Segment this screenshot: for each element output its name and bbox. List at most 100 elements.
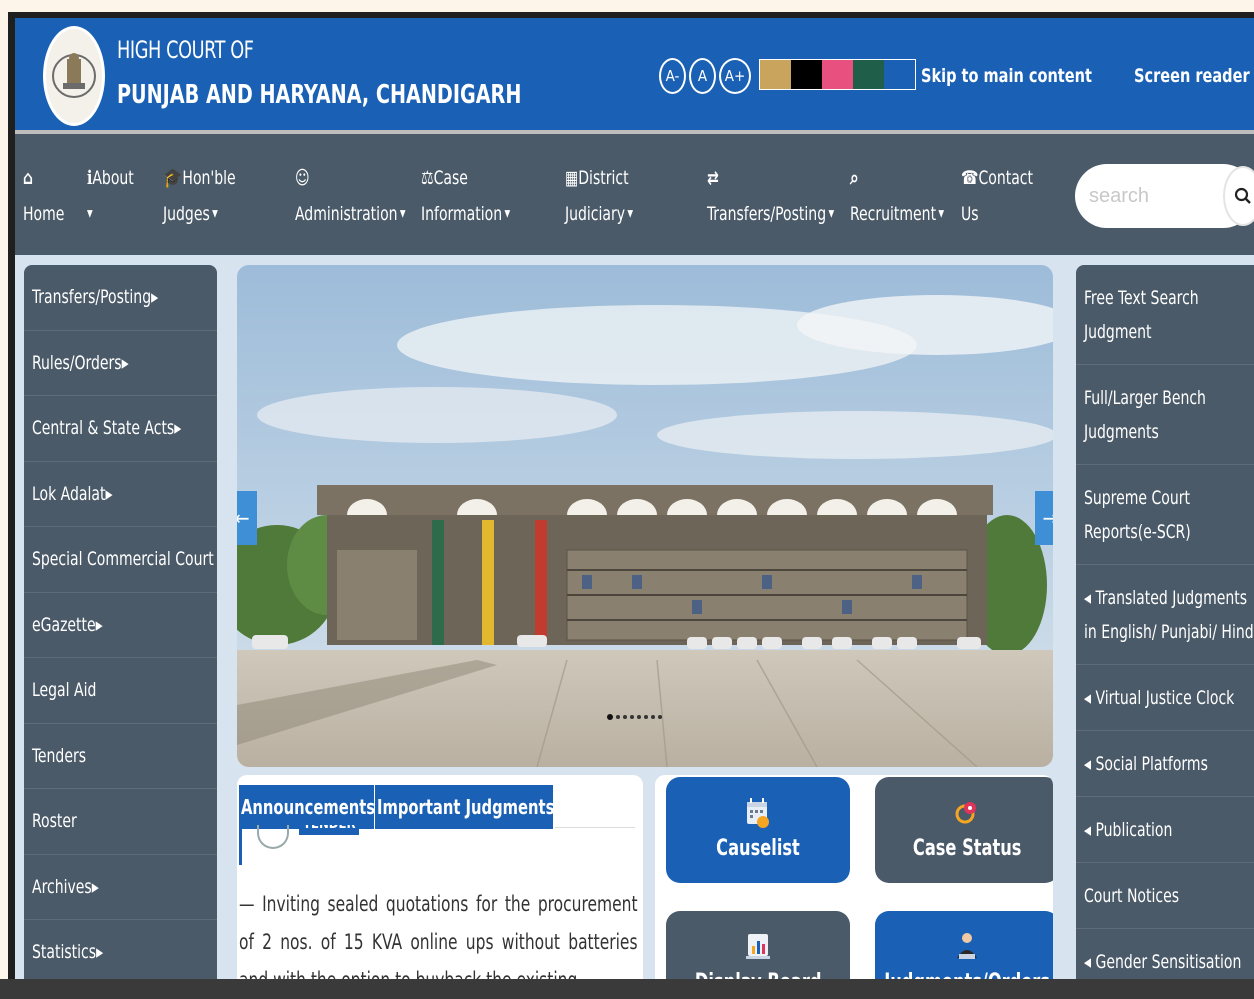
exchange-icon: ⇄: [707, 167, 719, 189]
theme-swatch-2[interactable]: [791, 60, 822, 89]
font-normal-button[interactable]: A: [689, 58, 716, 94]
carousel-next-button[interactable]: →: [1035, 491, 1053, 545]
home-icon: ⌂: [23, 167, 34, 189]
scales-icon: ⚖: [421, 167, 434, 189]
court-title[interactable]: HIGH COURT OF PUNJAB AND HARYANA, CHANDI…: [117, 38, 610, 108]
tab-announcements[interactable]: Announcements: [239, 785, 374, 829]
search-button[interactable]: [1223, 166, 1254, 226]
bottom-strip: [0, 979, 1254, 999]
chart-board-icon: [746, 934, 770, 959]
left-menu-item[interactable]: Statistics▸: [24, 920, 217, 986]
nav-item-8[interactable]: ⌕ Recruitment ▼: [850, 160, 965, 233]
court-emblem-logo[interactable]: [43, 26, 105, 126]
caret-down-icon: ▼: [936, 208, 945, 220]
left-menu-item[interactable]: Transfers/Posting▸: [24, 265, 217, 331]
nav-item-4[interactable]: ☺ Administration ▼: [295, 160, 430, 233]
right-menu-item[interactable]: ◂ Publication: [1076, 797, 1254, 863]
carousel-dot[interactable]: [644, 715, 648, 719]
carousel-dot[interactable]: [637, 715, 641, 719]
theme-swatch-4[interactable]: [853, 60, 884, 89]
quick-links-panel: Causelist Case Status Display Board: [655, 775, 1053, 999]
theme-swatch-1[interactable]: [760, 60, 791, 89]
right-sidebar-menu: Free Text Search Judgment Full/Larger Benc…: [1076, 265, 1254, 999]
nav-item-3[interactable]: 🎓Hon'ble Judges ▼: [163, 160, 252, 233]
theme-swatch-5[interactable]: [884, 60, 915, 89]
calendar-clock-icon: [747, 798, 769, 828]
building-icon: ▦: [565, 167, 579, 189]
arrow-left-icon: ←: [237, 506, 250, 530]
caret-down-icon: ▼: [397, 208, 406, 220]
nav-item-2[interactable]: ℹAbout ▼: [87, 160, 144, 233]
emblem-icon: [52, 53, 96, 98]
carousel-indicators: [607, 714, 662, 720]
left-menu-item[interactable]: Rules/Orders▸: [24, 331, 217, 396]
screen-reader-link[interactable]: Screen reader: [1134, 65, 1250, 87]
news-tabs: Announcements Important Judgments: [239, 785, 553, 829]
nav-item-9[interactable]: ☎Contact Us: [961, 160, 1049, 232]
user-icon: ☺: [295, 167, 310, 189]
judge-icon: [957, 933, 977, 959]
news-panel: Announcements Important Judgments TENDER…: [237, 775, 643, 999]
causelist-label: Causelist: [716, 836, 800, 861]
caret-down-icon: ▼: [625, 208, 634, 220]
header-links: Skip to main content Screen reader: [921, 60, 1254, 92]
nav-item-5[interactable]: ⚖Case Information ▼: [421, 160, 530, 233]
font-increase-button[interactable]: A+: [719, 58, 751, 94]
site-header: HIGH COURT OF PUNJAB AND HARYANA, CHANDI…: [15, 18, 1254, 130]
search-input[interactable]: [1089, 184, 1219, 208]
theme-color-swatches: [759, 59, 916, 90]
case-status-tile[interactable]: Case Status: [875, 777, 1053, 883]
font-decrease-button[interactable]: A-: [659, 58, 686, 94]
court-title-line1: HIGH COURT OF: [117, 36, 254, 64]
case-status-label: Case Status: [912, 836, 1022, 861]
tab-underline: [555, 827, 635, 828]
graduation-cap-icon: 🎓: [163, 167, 183, 189]
nav-item-1[interactable]: ⌂ Home: [23, 160, 74, 232]
left-sidebar-menu: Transfers/Posting▸ Rules/Orders▸ Central &…: [24, 265, 217, 999]
high-court-building-image: [237, 265, 1053, 767]
left-menu-item[interactable]: Tenders: [24, 724, 217, 789]
caret-down-icon: ▼: [826, 208, 835, 220]
tab-important-judgments[interactable]: Important Judgments: [375, 785, 553, 829]
carousel-dot[interactable]: [623, 715, 627, 719]
left-menu-item[interactable]: Special Commercial Court: [24, 527, 217, 593]
right-menu-item[interactable]: ◂ Virtual Justice Clock: [1076, 665, 1254, 731]
right-menu-item[interactable]: Court Notices: [1076, 863, 1254, 929]
carousel-dot[interactable]: [607, 714, 613, 720]
skip-to-main-link[interactable]: Skip to main content: [921, 65, 1092, 87]
news-tag-badge: TENDER: [299, 825, 360, 835]
left-menu-item[interactable]: eGazette▸: [24, 593, 217, 658]
phone-icon: ☎: [961, 167, 979, 189]
carousel-dot[interactable]: [658, 715, 662, 719]
right-menu-item[interactable]: Supreme Court Reports(e-SCR): [1076, 465, 1254, 565]
hero-carousel: ← →: [237, 265, 1053, 767]
carousel-dot[interactable]: [616, 715, 620, 719]
caret-down-icon: ▼: [209, 208, 218, 220]
left-menu-item[interactable]: Roster: [24, 789, 217, 855]
main-navigation: ⌂Home ℹAbout ▼ 🎓Hon'bleJudges ▼ ☺Administra…: [15, 130, 1254, 255]
right-menu-item[interactable]: Full/Larger Bench Judgments: [1076, 365, 1254, 465]
nav-item-6[interactable]: ▦District Judiciary ▼: [565, 160, 648, 233]
court-title-line2: PUNJAB AND HARYANA, CHANDIGARH: [117, 80, 522, 110]
carousel-prev-button[interactable]: ←: [237, 491, 257, 545]
left-menu-item[interactable]: Legal Aid: [24, 658, 217, 724]
left-menu-item[interactable]: Lok Adalat▸: [24, 462, 217, 527]
search-box: [1075, 164, 1254, 228]
arrow-right-icon: →: [1042, 506, 1053, 530]
right-menu-item[interactable]: ◂ Translated Judgments in English/ Punjab…: [1076, 565, 1254, 665]
nav-item-7[interactable]: ⇄ Transfers/Posting ▼: [707, 160, 862, 233]
right-menu-item[interactable]: Free Text Search Judgment: [1076, 265, 1254, 365]
right-menu-item[interactable]: ◂ Social Platforms: [1076, 731, 1254, 797]
left-menu-item[interactable]: Central & State Acts▸: [24, 396, 217, 462]
causelist-tile[interactable]: Causelist: [666, 777, 850, 883]
page-content: Transfers/Posting▸ Rules/Orders▸ Central &…: [15, 255, 1254, 999]
search-icon: ⌕: [850, 167, 859, 189]
news-item-marker: [239, 829, 242, 865]
theme-swatch-3[interactable]: [822, 60, 853, 89]
carousel-dot[interactable]: [630, 715, 634, 719]
left-menu-item[interactable]: Archives▸: [24, 855, 217, 920]
search-icon: [1234, 187, 1251, 204]
carousel-dot[interactable]: [651, 715, 655, 719]
caret-down-icon: ▼: [502, 208, 511, 220]
case-status-icon: [955, 802, 976, 824]
